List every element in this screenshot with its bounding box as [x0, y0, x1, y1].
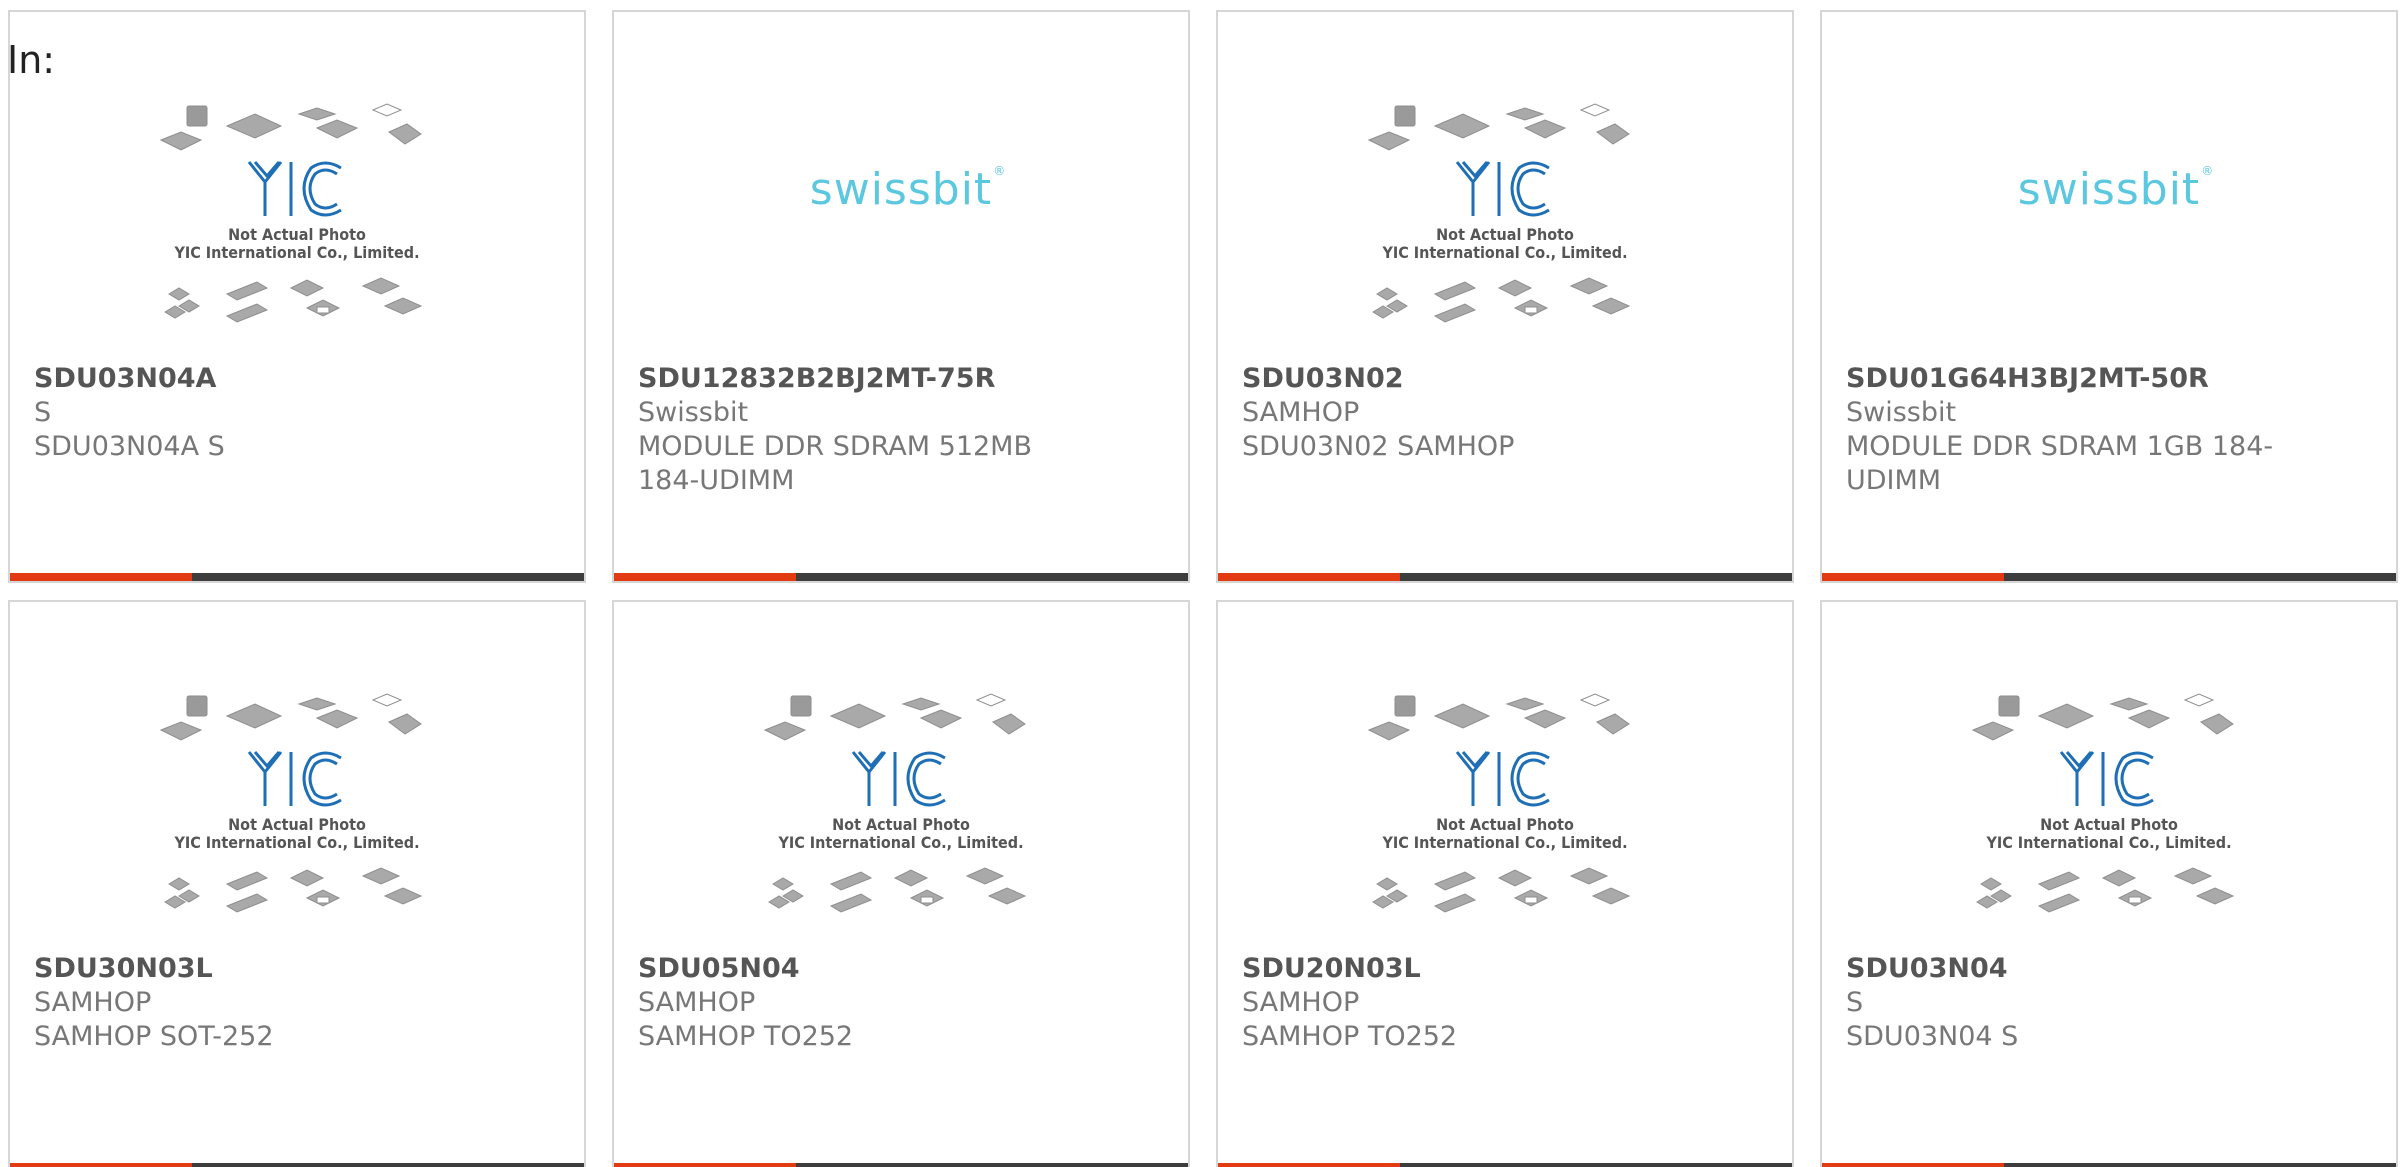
part-number-link[interactable]: SDU20N03L: [1242, 952, 1682, 986]
product-image[interactable]: Not Actual Photo YIC International Co., …: [10, 692, 584, 942]
manufacturer-text: SAMHOP: [34, 987, 152, 1018]
description-text: SDU03N04 S: [1846, 1021, 2019, 1052]
card-accent-bar: [614, 573, 796, 581]
product-card[interactable]: swissbit ® SDU12832B2BJ2MT-75R Swissbit M…: [612, 10, 1190, 583]
manufacturer-text: S: [34, 397, 52, 428]
manufacturer-text: SAMHOP: [1242, 397, 1360, 428]
yic-placeholder-image: Not Actual Photo YIC International Co., …: [159, 693, 423, 913]
product-info: SDU05N04 SAMHOP SAMHOP TO252: [638, 952, 1078, 1054]
in-label: In:: [7, 38, 56, 82]
yic-placeholder-image: Not Actual Photo YIC International Co., …: [1367, 693, 1631, 913]
card-accent-bar: [614, 1163, 796, 1167]
product-grid-page: In: Not Actual Photo YIC International C…: [0, 0, 2400, 1167]
card-bottom-bar: [10, 573, 584, 581]
not-actual-photo-text: Not Actual Photo: [1436, 225, 1574, 244]
part-number-link[interactable]: SDU03N04A: [34, 362, 474, 396]
manufacturer-text: SAMHOP: [638, 987, 756, 1018]
product-card[interactable]: Not Actual Photo YIC International Co., …: [612, 600, 1190, 1167]
card-bottom-bar: [10, 1163, 584, 1167]
description-text: SDU03N04A S: [34, 431, 225, 462]
description-text: SAMHOP TO252: [1242, 1021, 1458, 1052]
card-bottom-bar: [614, 573, 1188, 581]
product-info: SDU03N04A S SDU03N04A S: [34, 362, 474, 464]
yic-company-text: YIC International Co., Limited.: [173, 833, 419, 852]
product-image[interactable]: Not Actual Photo YIC International Co., …: [1218, 102, 1792, 352]
product-image[interactable]: Not Actual Photo YIC International Co., …: [1218, 692, 1792, 942]
not-actual-photo-text: Not Actual Photo: [1436, 815, 1574, 834]
card-bottom-bar: [1218, 1163, 1792, 1167]
card-bottom-bar: [1218, 573, 1792, 581]
product-card[interactable]: Not Actual Photo YIC International Co., …: [1820, 600, 2398, 1167]
product-info: SDU20N03L SAMHOP SAMHOP TO252: [1242, 952, 1682, 1054]
description-text: MODULE DDR SDRAM 512MB 184-UDIMM: [638, 431, 1033, 496]
product-info: SDU12832B2BJ2MT-75R Swissbit MODULE DDR …: [638, 362, 1078, 498]
description-text: MODULE DDR SDRAM 1GB 184-UDIMM: [1846, 431, 2274, 496]
part-number-link[interactable]: SDU05N04: [638, 952, 1078, 986]
yic-company-text: YIC International Co., Limited.: [1381, 833, 1627, 852]
part-number-link[interactable]: SDU01G64H3BJ2MT-50R: [1846, 362, 2286, 396]
product-info: SDU01G64H3BJ2MT-50R Swissbit MODULE DDR …: [1846, 362, 2286, 498]
part-number-link[interactable]: SDU12832B2BJ2MT-75R: [638, 362, 1078, 396]
product-image[interactable]: swissbit ®: [1822, 102, 2396, 352]
card-bottom-bar: [1822, 573, 2396, 581]
yic-placeholder-image: Not Actual Photo YIC International Co., …: [763, 693, 1027, 913]
yic-placeholder-image: Not Actual Photo YIC International Co., …: [159, 103, 423, 323]
yic-company-text: YIC International Co., Limited.: [173, 243, 419, 262]
manufacturer-text: S: [1846, 987, 1864, 1018]
product-info: SDU03N02 SAMHOP SDU03N02 SAMHOP: [1242, 362, 1682, 464]
not-actual-photo-text: Not Actual Photo: [228, 225, 366, 244]
card-accent-bar: [10, 573, 192, 581]
yic-company-text: YIC International Co., Limited.: [1381, 243, 1627, 262]
description-text: SAMHOP SOT-252: [34, 1021, 274, 1052]
part-number-link[interactable]: SDU03N02: [1242, 362, 1682, 396]
product-card[interactable]: Not Actual Photo YIC International Co., …: [1216, 10, 1794, 583]
product-info: SDU03N04 S SDU03N04 S: [1846, 952, 2286, 1054]
not-actual-photo-text: Not Actual Photo: [228, 815, 366, 834]
yic-company-text: YIC International Co., Limited.: [1985, 833, 2231, 852]
product-image[interactable]: swissbit ®: [614, 102, 1188, 352]
manufacturer-text: SAMHOP: [1242, 987, 1360, 1018]
swissbit-logo: swissbit ®: [2017, 164, 2215, 215]
product-image[interactable]: Not Actual Photo YIC International Co., …: [10, 102, 584, 352]
yic-placeholder-image: Not Actual Photo YIC International Co., …: [1971, 693, 2235, 913]
manufacturer-text: Swissbit: [638, 397, 749, 428]
card-bottom-bar: [1822, 1163, 2396, 1167]
product-info: SDU30N03L SAMHOP SAMHOP SOT-252: [34, 952, 474, 1054]
swissbit-logo: swissbit ®: [809, 164, 1007, 215]
not-actual-photo-text: Not Actual Photo: [2040, 815, 2178, 834]
card-accent-bar: [1218, 1163, 1400, 1167]
product-card[interactable]: Not Actual Photo YIC International Co., …: [1216, 600, 1794, 1167]
yic-placeholder-image: Not Actual Photo YIC International Co., …: [1367, 103, 1631, 323]
yic-company-text: YIC International Co., Limited.: [777, 833, 1023, 852]
part-number-link[interactable]: SDU30N03L: [34, 952, 474, 986]
product-image[interactable]: Not Actual Photo YIC International Co., …: [614, 692, 1188, 942]
card-accent-bar: [10, 1163, 192, 1167]
product-card[interactable]: swissbit ® SDU01G64H3BJ2MT-50R Swissbit M…: [1820, 10, 2398, 583]
card-accent-bar: [1218, 573, 1400, 581]
card-accent-bar: [1822, 573, 2004, 581]
manufacturer-text: Swissbit: [1846, 397, 1957, 428]
product-card[interactable]: Not Actual Photo YIC International Co., …: [8, 600, 586, 1167]
description-text: SDU03N02 SAMHOP: [1242, 431, 1515, 462]
card-accent-bar: [1822, 1163, 2004, 1167]
card-bottom-bar: [614, 1163, 1188, 1167]
part-number-link[interactable]: SDU03N04: [1846, 952, 2286, 986]
product-card[interactable]: Not Actual Photo YIC International Co., …: [8, 10, 586, 583]
not-actual-photo-text: Not Actual Photo: [832, 815, 970, 834]
product-image[interactable]: Not Actual Photo YIC International Co., …: [1822, 692, 2396, 942]
description-text: SAMHOP TO252: [638, 1021, 854, 1052]
